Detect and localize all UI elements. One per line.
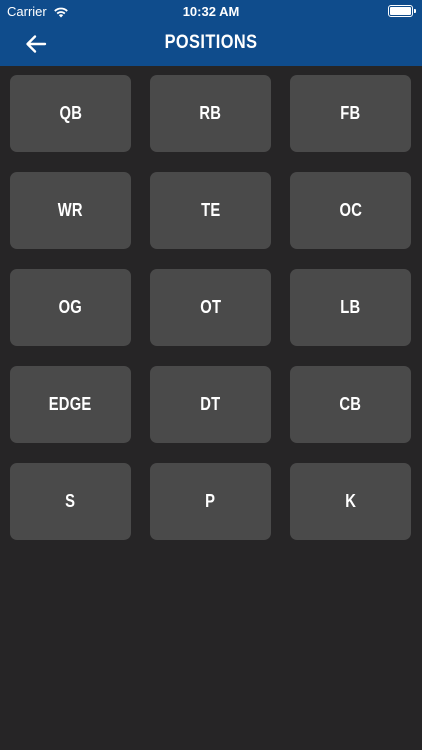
position-button-fb[interactable]: FB	[290, 75, 411, 152]
position-label: DT	[200, 394, 221, 414]
position-label: RB	[199, 103, 222, 123]
position-label: K	[345, 491, 356, 511]
position-label: QB	[59, 103, 82, 123]
position-label: CB	[339, 394, 362, 414]
position-button-s[interactable]: S	[10, 463, 131, 540]
position-button-oc[interactable]: OC	[290, 172, 411, 249]
position-label: OC	[339, 200, 362, 220]
status-bar: Carrier 10:32 AM	[0, 0, 422, 22]
position-button-rb[interactable]: RB	[150, 75, 271, 152]
position-label: LB	[340, 297, 361, 317]
position-button-k[interactable]: K	[290, 463, 411, 540]
position-button-ot[interactable]: OT	[150, 269, 271, 346]
positions-grid: QB RB FB WR TE OC OG OT LB EDGE DT CB S …	[10, 75, 412, 540]
position-button-qb[interactable]: QB	[10, 75, 131, 152]
page-title: POSITIONS	[164, 32, 258, 53]
position-button-dt[interactable]: DT	[150, 366, 271, 443]
battery-icon	[388, 5, 416, 17]
status-time: 10:32 AM	[182, 4, 240, 19]
position-button-te[interactable]: TE	[150, 172, 271, 249]
position-button-lb[interactable]: LB	[290, 269, 411, 346]
position-button-og[interactable]: OG	[10, 269, 131, 346]
position-label: S	[65, 491, 76, 511]
position-label: OG	[58, 297, 83, 317]
position-button-cb[interactable]: CB	[290, 366, 411, 443]
position-button-wr[interactable]: WR	[10, 172, 131, 249]
position-button-edge[interactable]: EDGE	[10, 366, 131, 443]
position-label: EDGE	[49, 394, 92, 414]
position-label: TE	[200, 200, 221, 220]
position-label: FB	[340, 103, 361, 123]
position-label: P	[205, 491, 216, 511]
position-button-p[interactable]: P	[150, 463, 271, 540]
nav-bar: POSITIONS	[0, 22, 422, 66]
position-label: WR	[57, 200, 84, 220]
position-label: OT	[199, 297, 221, 317]
battery-fill	[390, 7, 411, 15]
